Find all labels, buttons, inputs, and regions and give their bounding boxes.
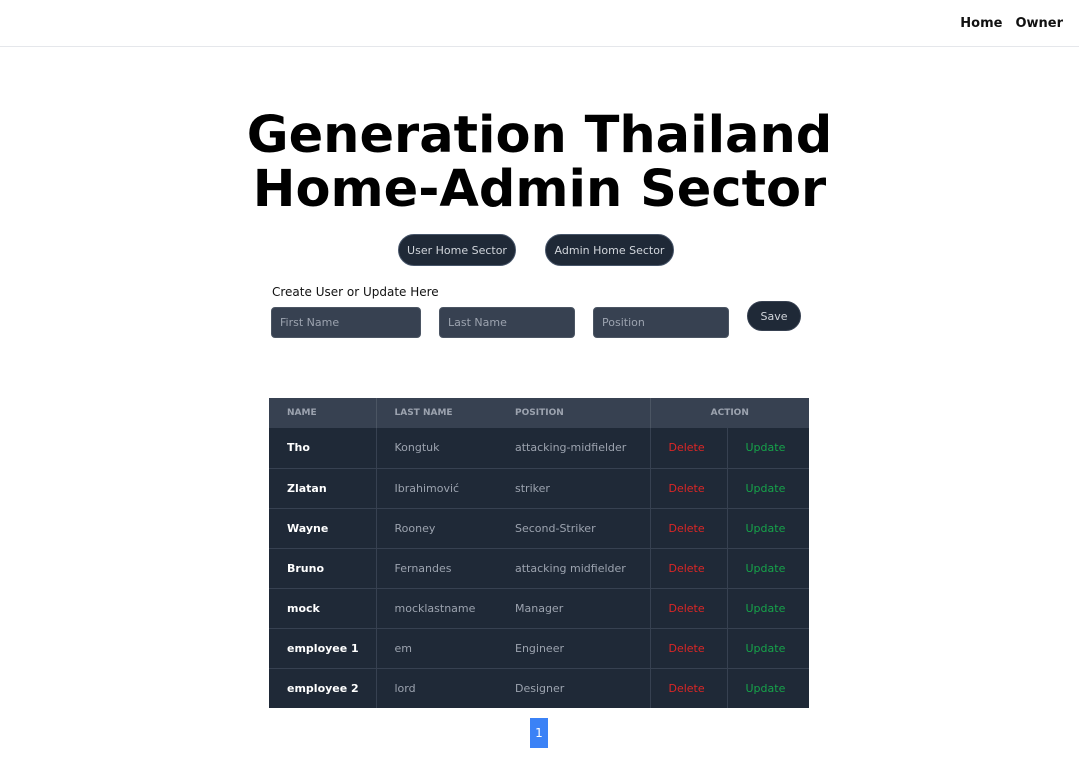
cell-last-name: lord xyxy=(394,681,416,695)
cell-last-name: Rooney xyxy=(394,521,436,535)
header-action: Action xyxy=(649,398,809,428)
nav-link-home[interactable]: Home xyxy=(960,15,1002,33)
cell-position: striker xyxy=(515,481,550,495)
cell-delete: Delete xyxy=(649,668,728,708)
form-label: Create User or Update Here xyxy=(272,285,439,299)
cell-position: attacking-midfielder xyxy=(515,441,627,455)
cell-delete: Delete xyxy=(649,468,728,508)
cell-last-name: Kongtuk xyxy=(394,441,440,455)
cell-name: employee 1 xyxy=(269,628,377,668)
update-button[interactable]: Update xyxy=(746,522,786,535)
cell-update: Update xyxy=(727,628,809,668)
cell-position: Second-Striker xyxy=(515,521,596,535)
update-button[interactable]: Update xyxy=(746,482,786,495)
table-row: Zlatan Ibrahimović striker Delete Update xyxy=(269,468,809,508)
cell-name: Zlatan xyxy=(269,468,377,508)
nav-links: Home Owner xyxy=(960,15,1063,33)
delete-button[interactable]: Delete xyxy=(669,562,705,575)
update-button[interactable]: Update xyxy=(746,602,786,615)
top-navbar: Home Owner xyxy=(0,0,1079,47)
cell-name: mock xyxy=(269,588,377,628)
cell-last-name: Fernandes xyxy=(394,561,452,575)
user-home-sector-button[interactable]: User Home Sector xyxy=(398,234,516,266)
delete-button[interactable]: Delete xyxy=(669,482,705,495)
delete-button[interactable]: Delete xyxy=(669,522,705,535)
table-row: Bruno Fernandes attacking midfielder Delete… xyxy=(269,548,809,588)
cell-last-name: mocklastname xyxy=(394,601,476,615)
pagination-page-1[interactable]: 1 xyxy=(530,718,548,748)
page-title-line-1: Generation Thailand xyxy=(246,106,833,165)
save-button[interactable]: Save xyxy=(747,301,801,331)
cell-last-name: Ibrahimović xyxy=(394,481,460,495)
delete-button[interactable]: Delete xyxy=(669,602,705,615)
cell-delete: Delete xyxy=(649,548,728,588)
employee-table: Name Last Name Position Action Tho Kongtu… xyxy=(269,398,809,708)
cell-name: Wayne xyxy=(269,508,377,548)
cell-position: Engineer xyxy=(515,641,564,655)
page-title: Generation Thailand Home-Admin Sector xyxy=(0,109,1079,217)
cell-update: Update xyxy=(727,508,809,548)
table-row: mock mocklastname Manager Delete Update xyxy=(269,588,809,628)
cell-delete: Delete xyxy=(649,628,728,668)
page-title-line-2: Home-Admin Sector xyxy=(252,160,827,219)
employee-table-container: Name Last Name Position Action Tho Kongtu… xyxy=(269,398,809,708)
update-button[interactable]: Update xyxy=(746,682,786,695)
admin-home-sector-button[interactable]: Admin Home Sector xyxy=(545,234,674,266)
table-row: employee 1 em Engineer Delete Update xyxy=(269,628,809,668)
cell-delete: Delete xyxy=(649,508,728,548)
update-button[interactable]: Update xyxy=(746,441,786,454)
table-row: employee 2 lord Designer Delete Update xyxy=(269,668,809,708)
last-name-input[interactable] xyxy=(439,307,575,338)
table-row: Tho Kongtuk attacking-midfielder Delete Upda… xyxy=(269,428,809,468)
table-body: Tho Kongtuk attacking-midfielder Delete Upda… xyxy=(269,428,809,708)
cell-update: Update xyxy=(727,548,809,588)
first-name-input[interactable] xyxy=(271,307,421,338)
update-button[interactable]: Update xyxy=(746,642,786,655)
cell-name: employee 2 xyxy=(269,668,377,708)
cell-update: Update xyxy=(727,468,809,508)
cell-name: Bruno xyxy=(269,548,377,588)
update-button[interactable]: Update xyxy=(746,562,786,575)
delete-button[interactable]: Delete xyxy=(669,642,705,655)
table-header-row: Name Last Name Position Action xyxy=(269,398,809,428)
cell-position: Manager xyxy=(515,601,564,615)
table-row: Wayne Rooney Second-Striker Delete Update xyxy=(269,508,809,548)
header-last-name: Last Name xyxy=(394,408,453,418)
cell-delete: Delete xyxy=(649,588,728,628)
delete-button[interactable]: Delete xyxy=(669,682,705,695)
cell-name: Tho xyxy=(269,428,377,468)
cell-update: Update xyxy=(727,428,809,468)
cell-update: Update xyxy=(727,668,809,708)
cell-position: attacking midfielder xyxy=(515,561,626,575)
cell-delete: Delete xyxy=(649,428,728,468)
cell-position: Designer xyxy=(515,681,565,695)
cell-last-name: em xyxy=(394,641,412,655)
cell-update: Update xyxy=(727,588,809,628)
position-input[interactable] xyxy=(593,307,729,338)
header-name: Name xyxy=(269,398,377,428)
delete-button[interactable]: Delete xyxy=(669,441,705,454)
header-position: Position xyxy=(515,408,564,418)
nav-link-owner[interactable]: Owner xyxy=(1015,15,1063,33)
